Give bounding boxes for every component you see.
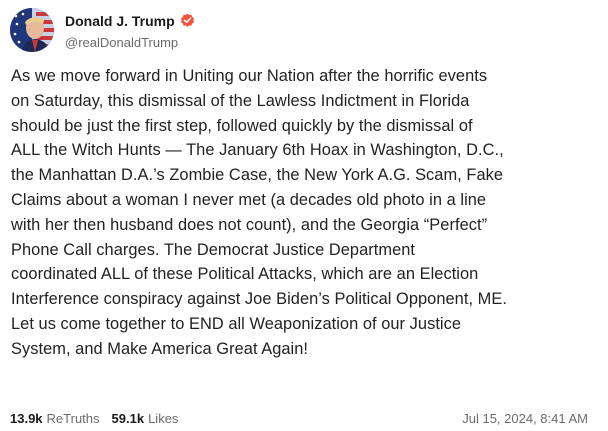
post-body-line: with her then husband does not count), a… bbox=[11, 215, 488, 234]
post-body-line: the Manhattan D.A.’s Zombie Case, the Ne… bbox=[11, 166, 504, 185]
post-body-line: Let us come together to END all Weaponiz… bbox=[11, 314, 462, 333]
post-body-line: Phone Call charges. The Democrat Justice… bbox=[11, 240, 416, 259]
post-body-line: coordinated ALL of these Political Attac… bbox=[11, 265, 479, 284]
post-body-line: should be just the first step, followed … bbox=[11, 116, 473, 135]
author-identity: Donald J. Trump @realDonaldTrump bbox=[65, 11, 195, 50]
post-body-line: Claims about a woman I never met (a deca… bbox=[11, 190, 487, 209]
post-body-line: As we move forward in Uniting our Nation… bbox=[11, 67, 488, 85]
verified-badge-icon bbox=[180, 13, 195, 28]
post-body-line: System, and Make America Great Again! bbox=[11, 339, 309, 358]
likes-label: Likes bbox=[148, 410, 179, 426]
author-display-name[interactable]: Donald J. Trump bbox=[65, 13, 175, 29]
likes-count: 59.1k bbox=[111, 410, 145, 426]
post-body-line: ALL the Witch Hunts — The January 6th Ho… bbox=[11, 141, 504, 160]
post-timestamp[interactable]: Jul 15, 2024, 8:41 AM bbox=[462, 411, 588, 426]
post-card: Donald J. Trump @realDonaldTrump As we m… bbox=[0, 0, 608, 431]
post-footer: 13.9k ReTruths 59.1k Likes Jul 15, 2024,… bbox=[10, 409, 588, 427]
retruths-stat[interactable]: 13.9k ReTruths bbox=[10, 411, 100, 426]
author-name-row: Donald J. Trump bbox=[65, 11, 195, 31]
retruths-count: 13.9k bbox=[10, 410, 43, 426]
post-body: As we move forward in Uniting our Nation… bbox=[11, 64, 597, 362]
likes-stat[interactable]: 59.1k Likes bbox=[112, 411, 179, 426]
avatar[interactable] bbox=[10, 8, 54, 52]
author-handle[interactable]: @realDonaldTrump bbox=[65, 35, 195, 50]
post-header: Donald J. Trump @realDonaldTrump bbox=[10, 8, 195, 52]
post-body-line: on Saturday, this dismissal of the Lawle… bbox=[11, 91, 470, 110]
retruths-label: ReTruths bbox=[46, 410, 100, 426]
post-body-line: Interference conspiracy against Joe Bide… bbox=[11, 290, 507, 309]
avatar-image bbox=[10, 8, 54, 52]
